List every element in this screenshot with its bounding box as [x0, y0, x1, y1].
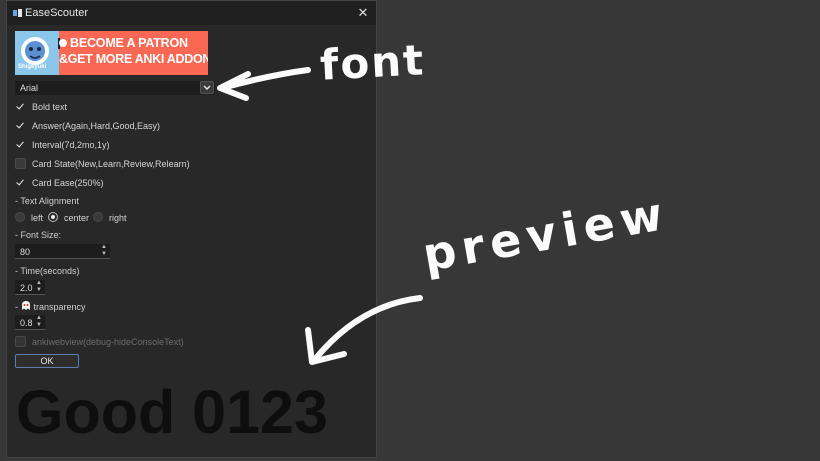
annotation-font: font	[318, 35, 427, 90]
preview-arrow	[313, 295, 423, 361]
